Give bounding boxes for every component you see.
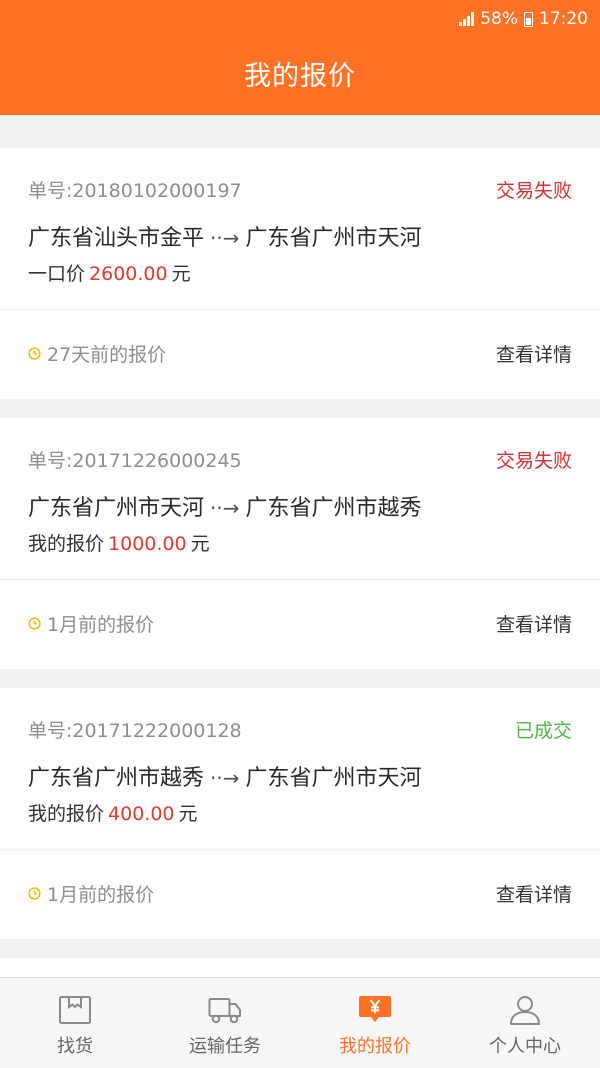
quote-card-partial[interactable] bbox=[0, 958, 600, 978]
quote-card-footer: 1月前的报价 查看详情 bbox=[0, 850, 600, 939]
order-number: 单号:20171226000245 bbox=[28, 450, 242, 472]
bottom-tab-bar: 找货 运输任务 我的报价 个人中心 bbox=[0, 977, 600, 1068]
price-unit: 元 bbox=[178, 803, 198, 825]
price-line: 我的报价 1000.00 元 bbox=[28, 529, 210, 556]
route-to: 广东省广州市天河 bbox=[245, 226, 422, 251]
status-bar: 58% 17:20 bbox=[459, 6, 588, 32]
quote-card[interactable]: 单号:20180102000197 交易失败 广东省汕头市金平 ··→ 广东省广州市… bbox=[0, 148, 600, 399]
price-label: 我的报价 bbox=[28, 533, 105, 555]
order-number: 单号:20180102000197 bbox=[28, 180, 242, 202]
person-icon bbox=[510, 996, 540, 1025]
quote-time: 1月前的报价 bbox=[28, 610, 154, 637]
price-label: 我的报价 bbox=[28, 803, 105, 825]
price-amount: 400.00 bbox=[108, 803, 175, 825]
quote-list: 单号:20180102000197 交易失败 广东省汕头市金平 ··→ 广东省广州市… bbox=[0, 148, 600, 978]
truck-icon bbox=[208, 998, 241, 1024]
quote-card[interactable]: 单号:20171222000128 已成交 广东省广州市越秀 ··→ 广东省广州市天… bbox=[0, 688, 600, 939]
view-detail-link[interactable]: 查看详情 bbox=[496, 610, 572, 637]
battery-percent: 58% bbox=[480, 9, 518, 29]
price-line: 一口价 2600.00 元 bbox=[28, 259, 191, 286]
clock-icon bbox=[28, 617, 41, 630]
route: 广东省广州市越秀 ··→ 广东省广州市天河 bbox=[28, 760, 422, 792]
tab-label: 我的报价 bbox=[339, 1036, 411, 1057]
route-to: 广东省广州市越秀 bbox=[245, 496, 422, 521]
tab-find-goods[interactable]: 找货 bbox=[0, 978, 150, 1068]
price-line: 我的报价 400.00 元 bbox=[28, 799, 198, 826]
price-amount: 1000.00 bbox=[108, 533, 187, 555]
arrow-right-icon: ··→ bbox=[210, 766, 240, 790]
quote-card[interactable]: 单号:20171226000245 交易失败 广东省广州市天河 ··→ 广东省广州市… bbox=[0, 418, 600, 669]
battery-icon bbox=[524, 11, 533, 27]
status-badge: 交易失败 bbox=[495, 180, 572, 202]
order-number: 单号:20171222000128 bbox=[28, 720, 242, 742]
price-unit: 元 bbox=[171, 263, 191, 285]
quote-time: 1月前的报价 bbox=[28, 880, 154, 907]
quote-card-body: 单号:20180102000197 交易失败 广东省汕头市金平 ··→ 广东省广州市… bbox=[0, 148, 600, 310]
arrow-right-icon: ··→ bbox=[210, 226, 240, 250]
quote-card-footer: 27天前的报价 查看详情 bbox=[0, 310, 600, 399]
quote-time-text: 1月前的报价 bbox=[47, 614, 155, 636]
clock-icon bbox=[28, 347, 41, 360]
quote-time-text: 27天前的报价 bbox=[47, 344, 167, 366]
app-header: 58% 17:20 我的报价 bbox=[0, 0, 600, 115]
price-unit: 元 bbox=[190, 533, 210, 555]
view-detail-link[interactable]: 查看详情 bbox=[496, 880, 572, 907]
box-icon bbox=[59, 996, 91, 1024]
page-title: 我的报价 bbox=[244, 61, 356, 92]
tab-label: 运输任务 bbox=[189, 1036, 261, 1057]
tab-label: 找货 bbox=[57, 1036, 93, 1057]
tab-my-quotes[interactable]: 我的报价 bbox=[300, 978, 450, 1068]
arrow-right-icon: ··→ bbox=[210, 496, 240, 520]
status-badge: 交易失败 bbox=[495, 450, 572, 472]
quote-card-body: 单号:20171222000128 已成交 广东省广州市越秀 ··→ 广东省广州市天… bbox=[0, 688, 600, 850]
clock-time: 17:20 bbox=[539, 9, 588, 29]
quote-card-body: 单号:20171226000245 交易失败 广东省广州市天河 ··→ 广东省广州市… bbox=[0, 418, 600, 580]
tab-personal-center[interactable]: 个人中心 bbox=[450, 978, 600, 1068]
quote-time: 27天前的报价 bbox=[28, 340, 166, 367]
signal-icon bbox=[459, 12, 475, 26]
yen-bubble-icon bbox=[359, 996, 391, 1022]
view-detail-link[interactable]: 查看详情 bbox=[496, 340, 572, 367]
status-badge: 已成交 bbox=[514, 720, 572, 742]
route-from: 广东省汕头市金平 bbox=[28, 226, 205, 251]
route: 广东省汕头市金平 ··→ 广东省广州市天河 bbox=[28, 220, 422, 252]
route-from: 广东省广州市越秀 bbox=[28, 766, 205, 791]
price-label: 一口价 bbox=[28, 263, 86, 285]
tab-transport-tasks[interactable]: 运输任务 bbox=[150, 978, 300, 1068]
route: 广东省广州市天河 ··→ 广东省广州市越秀 bbox=[28, 490, 422, 522]
quote-time-text: 1月前的报价 bbox=[47, 884, 155, 906]
tab-label: 个人中心 bbox=[489, 1036, 561, 1057]
route-from: 广东省广州市天河 bbox=[28, 496, 205, 521]
route-to: 广东省广州市天河 bbox=[245, 766, 422, 791]
quote-card-footer: 1月前的报价 查看详情 bbox=[0, 580, 600, 669]
price-amount: 2600.00 bbox=[89, 263, 168, 285]
clock-icon bbox=[28, 887, 41, 900]
